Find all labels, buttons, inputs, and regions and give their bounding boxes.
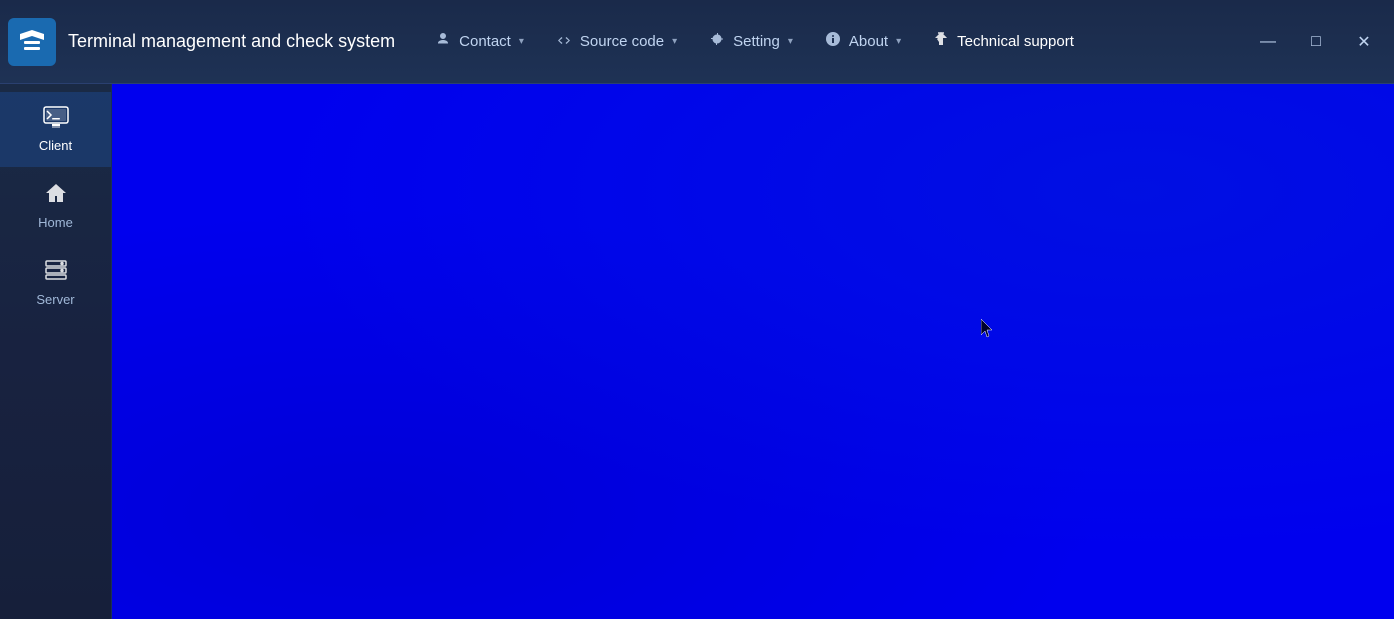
technical-support-label: Technical support	[957, 33, 1074, 50]
source-code-chevron: ▾	[672, 36, 677, 47]
nav-item-setting[interactable]: Setting ▾	[693, 23, 809, 60]
client-icon	[43, 106, 69, 132]
sidebar-item-client[interactable]: Client	[0, 92, 111, 167]
about-label: About	[849, 33, 888, 50]
contact-chevron: ▾	[519, 36, 524, 47]
window-controls: — □ ✕	[1246, 20, 1386, 64]
sidebar-item-server[interactable]: Server	[0, 244, 111, 321]
source-code-icon	[556, 31, 572, 52]
nav-item-contact[interactable]: Contact ▾	[419, 23, 540, 60]
titlebar: Terminal management and check system Con…	[0, 0, 1394, 84]
main-content: Client Home Server	[0, 84, 1394, 619]
close-button[interactable]: ✕	[1342, 20, 1386, 64]
maximize-button[interactable]: □	[1294, 20, 1338, 64]
server-icon	[44, 258, 68, 286]
setting-icon	[709, 31, 725, 52]
minimize-button[interactable]: —	[1246, 20, 1290, 64]
contact-icon	[435, 31, 451, 52]
nav-item-technical-support[interactable]: Technical support	[917, 23, 1090, 60]
sidebar-item-home[interactable]: Home	[0, 167, 111, 244]
client-label: Client	[39, 138, 72, 153]
content-area[interactable]	[112, 84, 1394, 619]
home-icon	[44, 181, 68, 209]
about-chevron: ▾	[896, 36, 901, 47]
setting-label: Setting	[733, 33, 780, 50]
setting-chevron: ▾	[788, 36, 793, 47]
contact-label: Contact	[459, 33, 511, 50]
technical-support-icon	[933, 31, 949, 52]
sidebar: Client Home Server	[0, 84, 112, 619]
server-label: Server	[36, 292, 74, 307]
app-title: Terminal management and check system	[68, 31, 395, 52]
app-logo	[8, 18, 56, 66]
logo-icon	[16, 26, 48, 58]
nav-item-about[interactable]: About ▾	[809, 23, 917, 60]
source-code-label: Source code	[580, 33, 664, 50]
cursor	[981, 319, 993, 337]
home-label: Home	[38, 215, 73, 230]
nav-menu: Contact ▾ Source code ▾ Setting ▾	[419, 23, 1246, 60]
nav-item-source-code[interactable]: Source code ▾	[540, 23, 693, 60]
about-icon	[825, 31, 841, 52]
